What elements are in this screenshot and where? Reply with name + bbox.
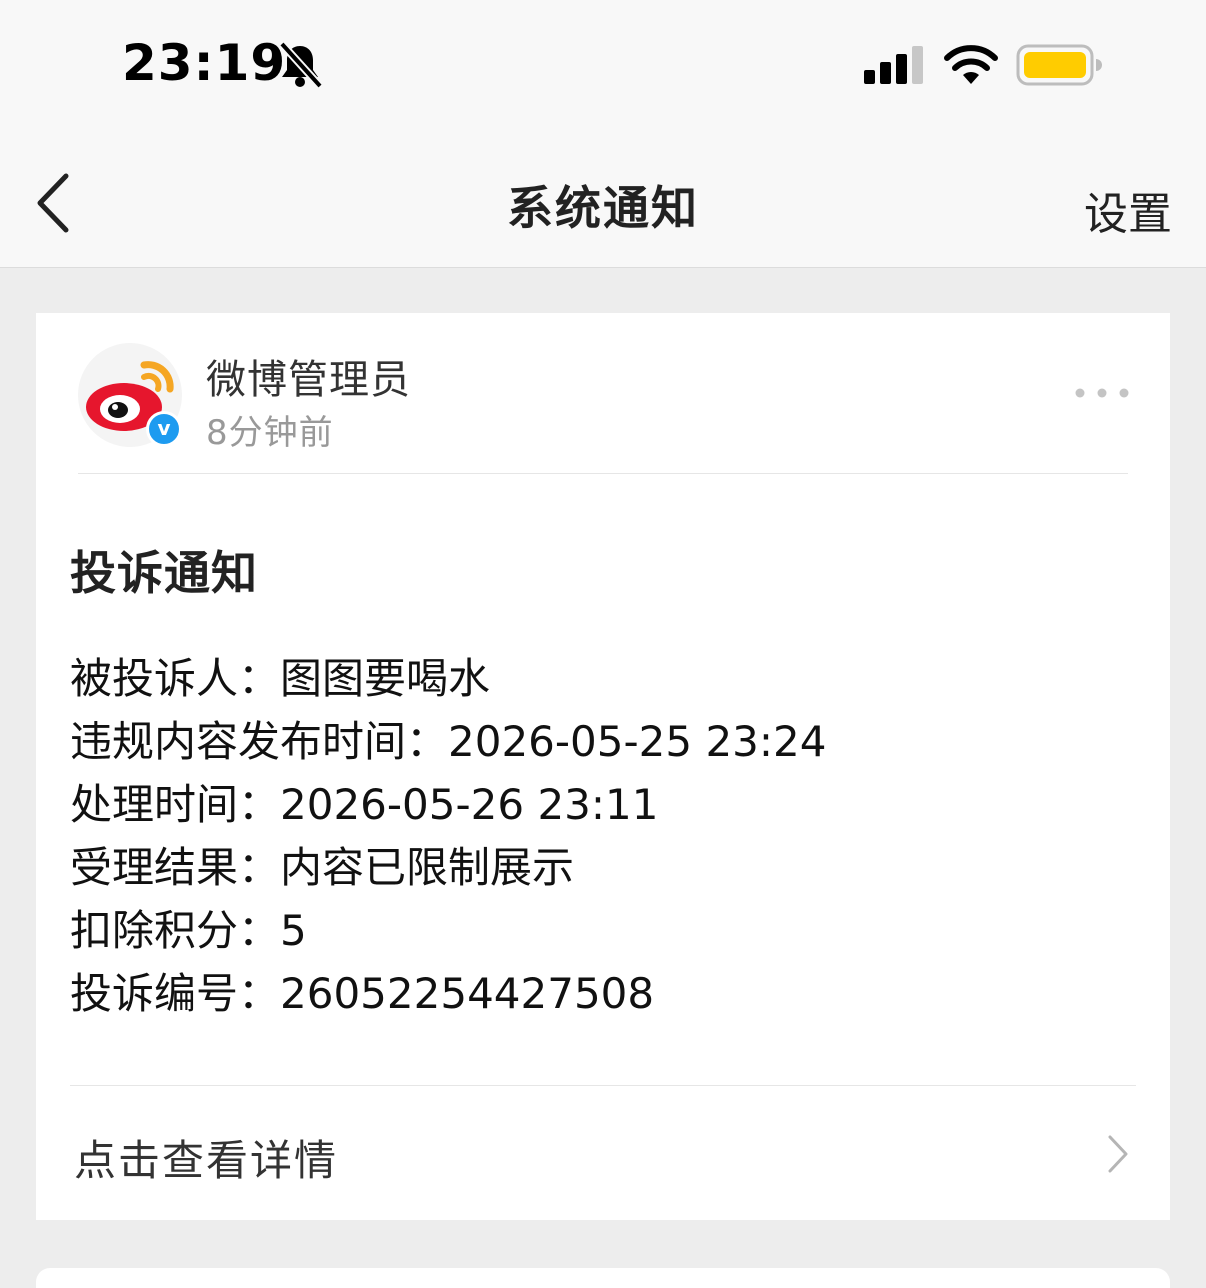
detail-label: 被投诉人： — [70, 654, 281, 703]
more-dots-icon[interactable] — [1074, 383, 1130, 403]
detail-row: 违规内容发布时间：2026-05-25 23:24 — [70, 710, 827, 773]
wifi-icon — [944, 45, 998, 84]
detail-row: 投诉编号：26052254427508 — [70, 962, 827, 1025]
cellular-signal-icon — [864, 46, 923, 84]
next-card — [36, 1268, 1170, 1288]
detail-label: 扣除积分： — [70, 906, 281, 955]
bell-slash-icon — [279, 41, 323, 89]
chevron-right-icon — [1108, 1135, 1128, 1173]
verified-badge: v — [146, 411, 182, 447]
detail-value: 2026-05-26 23:11 — [280, 780, 659, 829]
notice-title: 投诉通知 — [70, 546, 258, 600]
detail-value: 图图要喝水 — [280, 654, 491, 703]
view-details-label: 点击查看详情 — [74, 1136, 339, 1185]
detail-row: 扣除积分：5 — [70, 899, 827, 962]
detail-row: 受理结果：内容已限制展示 — [70, 836, 827, 899]
top-bar: 23:19 系统通知 设置 — [0, 0, 1206, 268]
detail-row: 被投诉人：图图要喝水 — [70, 647, 827, 710]
notification-card: v 微博管理员 8分钟前 投诉通知 被投诉人：图图要喝水 违规内容发布时间：20… — [36, 313, 1170, 1220]
sender-name[interactable]: 微博管理员 — [206, 347, 411, 405]
settings-button[interactable]: 设置 — [1084, 178, 1172, 242]
detail-value: 内容已限制展示 — [280, 843, 575, 892]
detail-row: 处理时间：2026-05-26 23:11 — [70, 773, 827, 836]
detail-value: 5 — [280, 906, 307, 955]
detail-label: 处理时间： — [70, 780, 281, 829]
view-details-link[interactable]: 点击查看详情 — [36, 1087, 1170, 1220]
divider — [78, 473, 1128, 474]
detail-label: 违规内容发布时间： — [70, 717, 449, 766]
detail-label: 受理结果： — [70, 843, 281, 892]
sent-time: 8分钟前 — [206, 413, 334, 453]
battery-icon — [1016, 44, 1102, 86]
divider — [70, 1085, 1136, 1086]
detail-value: 2026-05-25 23:24 — [448, 717, 827, 766]
status-time: 23:19 — [122, 34, 287, 92]
detail-label: 投诉编号： — [70, 969, 281, 1018]
page-title: 系统通知 — [507, 181, 699, 235]
detail-value: 26052254427508 — [280, 969, 655, 1018]
complaint-details: 被投诉人：图图要喝水 违规内容发布时间：2026-05-25 23:24 处理时… — [70, 647, 827, 1025]
